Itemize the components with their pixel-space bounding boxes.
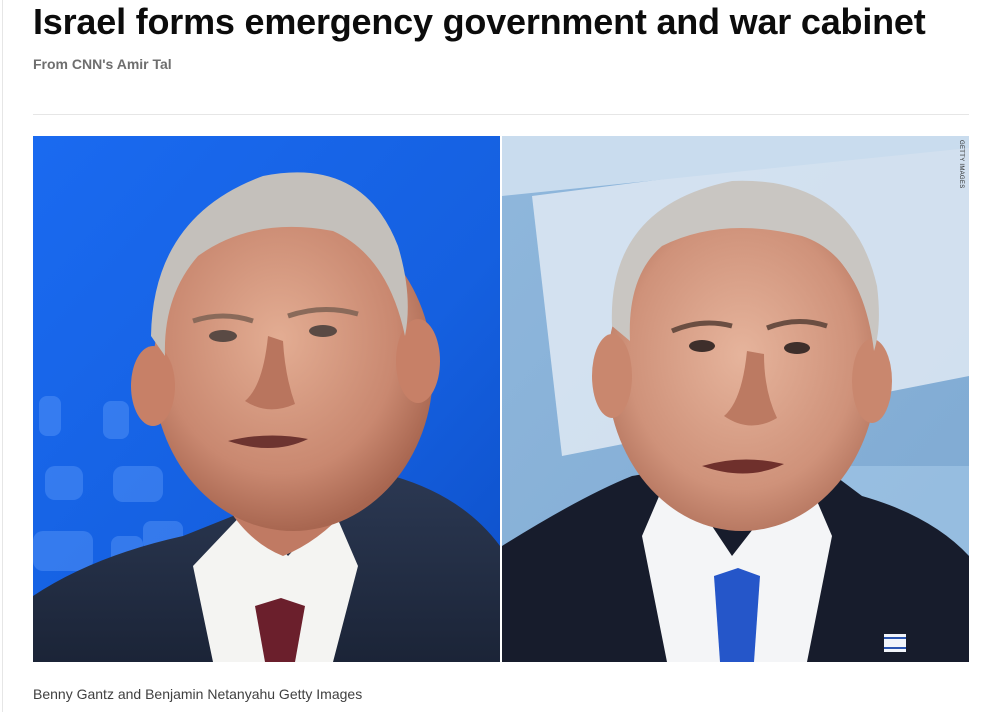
- photo-credit-overlay: GETTY IMAGES: [955, 140, 967, 189]
- photo-credit-text: GETTY IMAGES: [958, 140, 964, 189]
- photo-benjamin-netanyahu[interactable]: [502, 136, 969, 662]
- article-byline: From CNN's Amir Tal: [33, 56, 172, 72]
- page-edge-line: [2, 0, 3, 712]
- image-caption: Benny Gantz and Benjamin Netanyahu Getty…: [33, 686, 363, 702]
- photo-benny-gantz[interactable]: [33, 136, 500, 662]
- article-headline: Israel forms emergency government and wa…: [33, 1, 926, 42]
- header-divider: [33, 114, 969, 115]
